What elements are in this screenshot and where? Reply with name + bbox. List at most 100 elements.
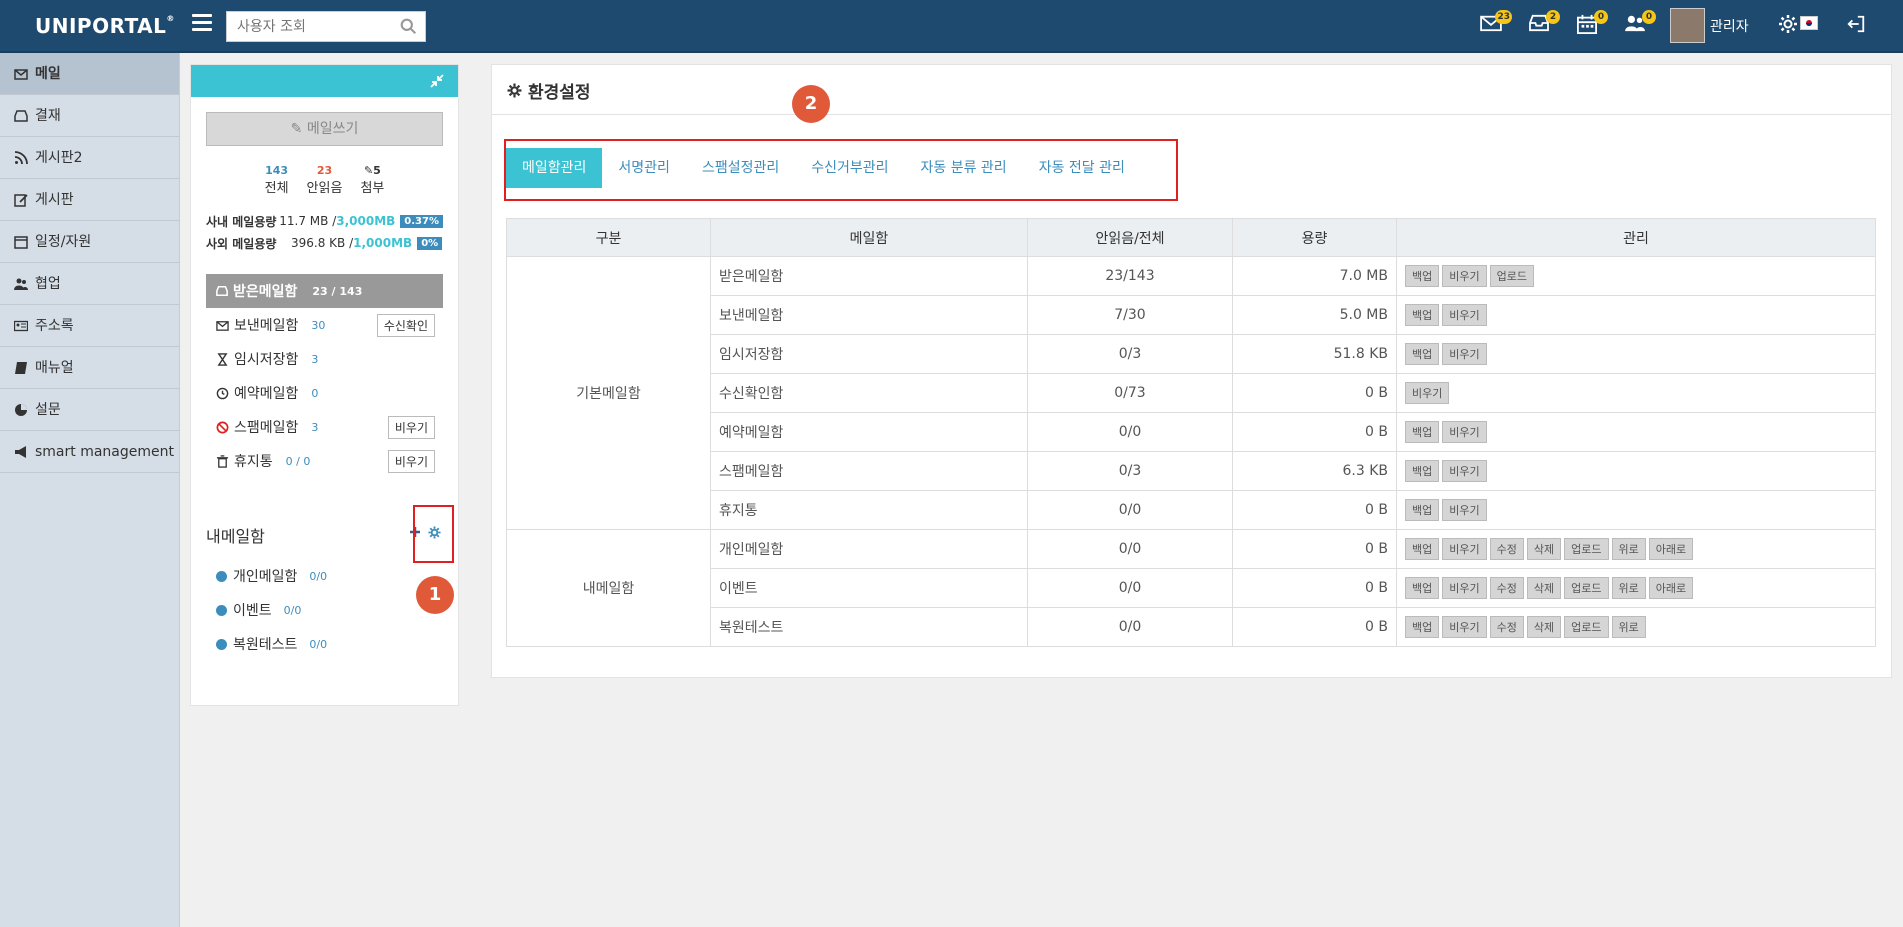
hourglass-icon [217, 352, 228, 366]
nav-item-board[interactable]: 게시판 [0, 179, 179, 221]
tab-signature[interactable]: 서명관리 [602, 148, 686, 188]
nav-item-approval[interactable]: 결재 [0, 95, 179, 137]
actions-cell: 백업 비우기 [1396, 334, 1876, 374]
nav-item-smart-management[interactable]: smart management [0, 431, 179, 473]
search-icon[interactable] [400, 18, 417, 35]
action-button[interactable]: 아래로 [1648, 577, 1694, 599]
action-button[interactable]: 백업 [1405, 577, 1440, 599]
app-logo[interactable]: UNIPORTAL® [35, 14, 175, 38]
mail-notify-icon[interactable]: 23 [1480, 10, 1512, 36]
write-mail-button[interactable]: ✎ 메일쓰기 [206, 112, 443, 146]
tab-auto-forward[interactable]: 자동 전달 관리 [1023, 148, 1141, 188]
user-name[interactable]: 관리자 [1710, 16, 1749, 36]
nav-item-addressbook[interactable]: 주소록 [0, 305, 179, 347]
collapse-icon[interactable] [430, 74, 444, 88]
user-search-input[interactable] [227, 12, 392, 41]
list-item[interactable]: 복원테스트 0/0 [206, 627, 327, 661]
nav-item-schedule[interactable]: 일정/자원 [0, 221, 179, 263]
action-button[interactable]: 백업 [1405, 421, 1440, 443]
action-button[interactable]: 비우기 [1442, 343, 1487, 365]
action-button[interactable]: 수정 [1489, 577, 1524, 599]
mailbox-size: 0 B [1232, 607, 1397, 647]
nav-item-board2[interactable]: 게시판2 [0, 137, 179, 179]
nav-item-manual[interactable]: 매뉴얼 [0, 347, 179, 389]
action-button[interactable]: 비우기 [1405, 382, 1450, 404]
action-button[interactable]: 비우기 [1442, 460, 1487, 482]
list-item[interactable]: 이벤트 0/0 [206, 593, 327, 627]
inbox-notify-icon[interactable]: 2 [1528, 10, 1560, 36]
quota-badge: 0.37% [400, 214, 443, 228]
unread-total: 0/73 [1027, 373, 1233, 413]
action-button[interactable]: 백업 [1405, 304, 1440, 326]
stat-attachment[interactable]: ✎5 첨부 [360, 164, 384, 196]
action-button[interactable]: 비우기 [1442, 616, 1487, 638]
folder-scheduled[interactable]: 예약메일함 0 [206, 376, 443, 410]
action-button[interactable]: 백업 [1405, 538, 1440, 560]
folder-draft[interactable]: 임시저장함 3 [206, 342, 443, 376]
action-button[interactable]: 비우기 [1442, 265, 1487, 287]
action-button[interactable]: 비우기 [1442, 421, 1487, 443]
people-notify-icon[interactable]: 0 [1624, 10, 1656, 36]
mail-icon [216, 320, 229, 331]
nav-item-mail[interactable]: 메일 [0, 53, 179, 95]
mail-quota: 사내 메일용량 11.7 MB / 3,000MB 0.37% 사외 메일용량 … [206, 210, 443, 254]
folder-trash[interactable]: 휴지통 0 / 0 비우기 [206, 444, 443, 478]
menu-icon[interactable] [192, 14, 212, 32]
action-button[interactable]: 업로드 [1564, 616, 1609, 638]
paperclip-icon: ✎ [363, 164, 374, 177]
action-button[interactable]: 아래로 [1648, 538, 1694, 560]
action-button[interactable]: 수정 [1489, 616, 1524, 638]
action-button[interactable]: 위로 [1611, 616, 1646, 638]
mailbox-name: 개인메일함 [710, 529, 1028, 569]
action-button[interactable]: 백업 [1405, 343, 1440, 365]
action-button[interactable]: 업로드 [1564, 538, 1609, 560]
action-button[interactable]: 삭제 [1526, 577, 1562, 599]
action-button[interactable]: 업로드 [1564, 577, 1609, 599]
tab-spam-settings[interactable]: 스팸설정관리 [686, 148, 795, 188]
action-button[interactable]: 비우기 [1442, 304, 1487, 326]
korea-flag-icon[interactable] [1800, 16, 1818, 30]
nav-item-survey[interactable]: 설문 [0, 389, 179, 431]
mail-panel: ✎ 메일쓰기 143 전체 23 안읽음 ✎5 첨부 사내 메일용량 11.7 MB … [190, 64, 459, 706]
tab-mailbox-management[interactable]: 메일함관리 [506, 148, 603, 188]
actions-cell: 백업 비우기 [1396, 490, 1876, 530]
action-button[interactable]: 업로드 [1489, 265, 1534, 287]
list-item[interactable]: 개인메일함 0/0 [206, 559, 327, 593]
action-button[interactable]: 삭제 [1526, 616, 1562, 638]
stat-total[interactable]: 143 전체 [265, 164, 289, 196]
folder-inbox[interactable]: 받은메일함 23 / 143 [206, 274, 443, 308]
action-button[interactable]: 위로 [1611, 577, 1646, 599]
action-button[interactable]: 백업 [1405, 616, 1440, 638]
action-button[interactable]: 삭제 [1526, 538, 1562, 560]
action-button[interactable]: 백업 [1405, 460, 1440, 482]
tab-block-list[interactable]: 수신거부관리 [795, 148, 904, 188]
column-header: 구분 [506, 218, 711, 257]
action-button[interactable]: 비우기 [1442, 538, 1487, 560]
my-mailbox-list: 개인메일함 0/0 이벤트 0/0 복원테스트 0/0 [206, 559, 327, 661]
stat-unread[interactable]: 23 안읽음 [307, 164, 343, 196]
empty-trash-button[interactable]: 비우기 [387, 449, 435, 473]
mail-icon [14, 68, 28, 80]
action-button[interactable]: 백업 [1405, 265, 1440, 287]
action-button[interactable]: 비우기 [1442, 499, 1487, 521]
action-button[interactable]: 백업 [1405, 499, 1440, 521]
calendar-notify-icon[interactable]: 0 [1576, 10, 1608, 36]
action-button[interactable]: 비우기 [1442, 577, 1487, 599]
gear-icon[interactable] [1778, 14, 1802, 36]
avatar[interactable] [1670, 8, 1705, 43]
actions-cell: 백업 비우기 수정 삭제 업로드 위로 아래로 [1396, 568, 1876, 608]
table-row: 이벤트 0/0 0 B 백업 비우기 수정 삭제 업로드 위로 아래로 [507, 568, 1876, 608]
nav-item-collaboration[interactable]: 협업 [0, 263, 179, 305]
group-cell: 기본메일함 [506, 256, 711, 530]
unread-total: 23/143 [1027, 256, 1233, 296]
empty-spam-button[interactable]: 비우기 [387, 415, 435, 439]
unread-total: 0/0 [1027, 490, 1233, 530]
logout-icon[interactable] [1846, 14, 1870, 36]
folder-sent[interactable]: 보낸메일함 30 수신확인 [206, 308, 443, 342]
action-button[interactable]: 위로 [1611, 538, 1646, 560]
tab-auto-classify[interactable]: 자동 분류 관리 [905, 148, 1023, 188]
read-receipt-button[interactable]: 수신확인 [376, 313, 435, 337]
folder-spam[interactable]: 스팸메일함 3 비우기 [206, 410, 443, 444]
action-button[interactable]: 수정 [1489, 538, 1524, 560]
book-icon [15, 361, 27, 374]
